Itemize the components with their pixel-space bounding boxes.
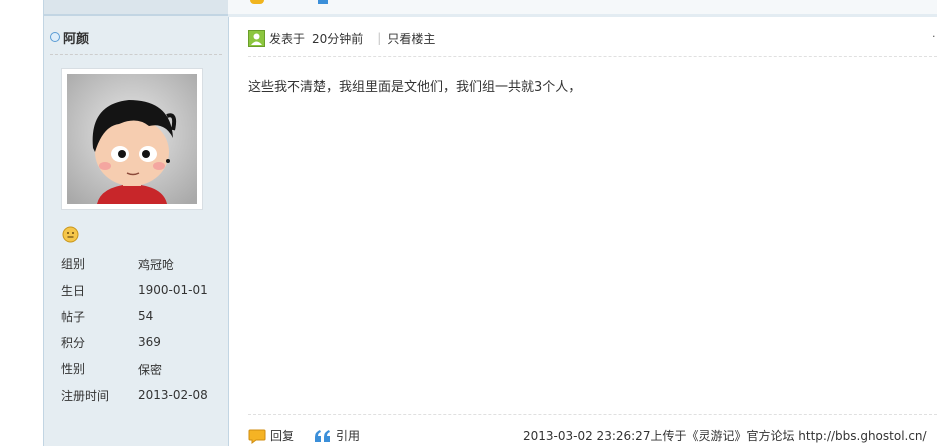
profile-value[interactable]: 54 xyxy=(138,309,153,323)
post-number-cutoff: · xyxy=(932,30,936,43)
reply-button[interactable]: 回复 xyxy=(248,427,294,444)
posted-label: 发表于 xyxy=(269,31,306,46)
upload-source: 2013-03-02 23:26:27上传于《灵游记》官方论坛 http://b… xyxy=(523,429,927,443)
profile-value: 2013-02-08 xyxy=(138,388,208,402)
sidebar-divider xyxy=(50,54,222,55)
post-content: 这些我不清楚，我组里面是文他们，我们组一共就3个人， xyxy=(248,80,582,95)
smiley-face-icon xyxy=(62,226,79,247)
profile-value: 1900-01-01 xyxy=(138,283,208,297)
profile-value: 保密 xyxy=(138,363,163,377)
author-only-link[interactable]: 只看楼主 xyxy=(387,30,435,47)
online-status-icon xyxy=(50,32,60,42)
avatar[interactable] xyxy=(61,68,203,210)
post-meta: 发表于 20分钟前 | 只看楼主 xyxy=(248,29,435,47)
reply-label: 回复 xyxy=(270,429,295,443)
posted-time: 20分钟前 xyxy=(312,31,364,46)
quote-button[interactable]: 引用 xyxy=(314,427,360,444)
author-name[interactable]: 阿颜 xyxy=(63,28,89,47)
author-row: 阿颜 xyxy=(50,28,89,47)
left-margin xyxy=(0,0,43,446)
cartoon-boy-avatar-icon xyxy=(67,74,197,204)
sidebar-top-bar xyxy=(44,0,228,16)
quote-icon xyxy=(315,429,330,442)
reply-icon xyxy=(248,429,266,444)
post-main: 发表于 20分钟前 | 只看楼主 · 这些我不清楚，我组里面是文他们，我们组一共… xyxy=(228,0,937,446)
author-sidebar: 阿颜 组别 鸡冠呛 生日 1900-01-01 帖子 54 积分 369 性别 … xyxy=(43,0,229,446)
profile-label: 组别 xyxy=(61,257,86,271)
footer-divider xyxy=(248,414,937,415)
profile-value: 369 xyxy=(138,335,161,349)
meta-divider xyxy=(248,56,937,57)
quote-label: 引用 xyxy=(336,429,361,443)
meta-separator: | xyxy=(377,31,382,45)
user-icon xyxy=(248,29,265,47)
profile-label: 积分 xyxy=(61,336,86,350)
quote-icon xyxy=(318,0,328,4)
profile-label: 帖子 xyxy=(61,310,86,324)
profile-value[interactable]: 鸡冠呛 xyxy=(138,256,174,273)
post-top-bar xyxy=(228,0,937,17)
reply-icon xyxy=(250,0,264,4)
profile-label: 注册时间 xyxy=(61,389,110,403)
profile-label: 性别 xyxy=(61,362,86,376)
profile-label: 生日 xyxy=(61,284,86,298)
